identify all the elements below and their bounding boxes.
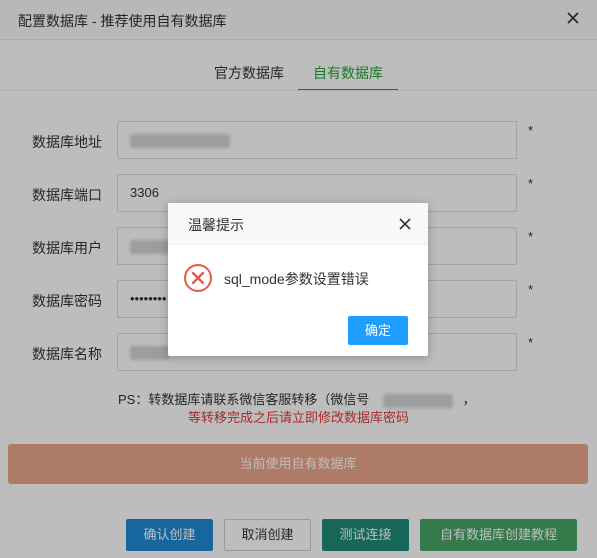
close-icon[interactable] xyxy=(398,217,412,231)
ok-button[interactable]: 确定 xyxy=(348,316,408,345)
alert-dialog: 温馨提示 sql_mode参数设置错误 确定 xyxy=(168,203,428,356)
alert-title: 温馨提示 xyxy=(188,217,244,233)
error-circle-icon xyxy=(184,264,212,292)
alert-message: sql_mode参数设置错误 xyxy=(224,271,369,287)
alert-header: 温馨提示 xyxy=(168,203,428,245)
